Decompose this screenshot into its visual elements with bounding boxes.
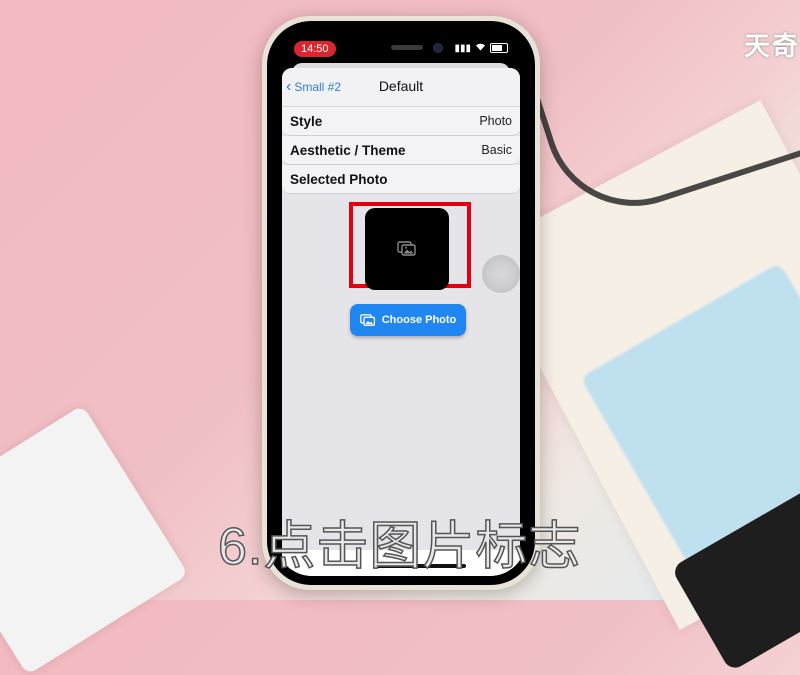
wifi-icon <box>475 42 486 54</box>
photo-placeholder[interactable] <box>365 208 449 290</box>
photo-area: Choose Photo <box>282 194 520 494</box>
assistive-touch-button[interactable] <box>482 255 520 293</box>
row-value: Basic <box>481 143 512 157</box>
row-label: Selected Photo <box>290 171 388 187</box>
background-keyboard <box>0 404 189 675</box>
front-camera <box>433 43 443 53</box>
status-icons: ▮▮▮ <box>454 42 508 54</box>
row-aesthetic-theme[interactable]: Aesthetic / Theme Basic <box>282 136 520 165</box>
instruction-caption: 6.点击图片标志 <box>217 517 582 577</box>
navigation-bar: ‹ Small #2 Default <box>282 68 520 107</box>
phone-screen: 14:50 ▮▮▮ ‹ Small #2 Default Style Photo… <box>276 29 526 576</box>
signal-icon: ▮▮▮ <box>454 42 471 54</box>
choose-photo-button[interactable]: Choose Photo <box>350 304 466 336</box>
row-value: Photo <box>479 114 512 128</box>
status-time: 14:50 <box>294 41 336 57</box>
row-label: Style <box>290 113 323 129</box>
page-title: Default <box>378 78 424 94</box>
row-selected-photo: Selected Photo <box>282 165 520 194</box>
row-style[interactable]: Style Photo <box>282 107 520 136</box>
phone-bezel: 14:50 ▮▮▮ ‹ Small #2 Default Style Photo… <box>267 21 535 585</box>
watermark: 天奇 <box>743 31 800 61</box>
speaker-grille <box>391 45 423 50</box>
battery-icon <box>490 43 508 53</box>
status-bar: 14:50 ▮▮▮ <box>276 29 526 63</box>
photo-stack-icon <box>359 313 375 326</box>
choose-photo-label: Choose Photo <box>381 314 457 326</box>
row-label: Aesthetic / Theme <box>290 142 406 158</box>
photo-stack-icon <box>397 241 416 256</box>
settings-sheet: ‹ Small #2 Default Style Photo Aesthetic… <box>282 68 520 576</box>
